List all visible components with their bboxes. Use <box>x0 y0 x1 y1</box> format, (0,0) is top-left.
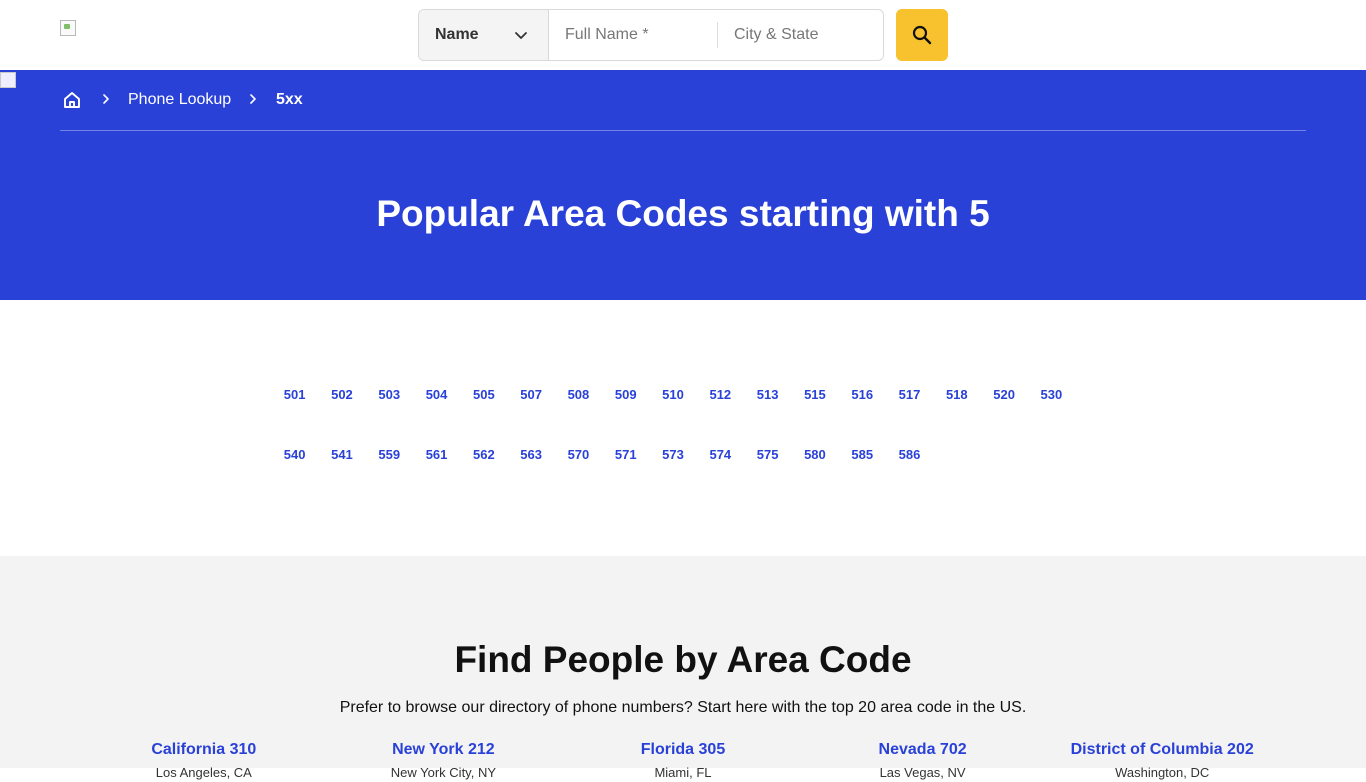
area-code-link[interactable]: 540 <box>271 446 318 464</box>
full-name-field-wrap <box>549 10 717 60</box>
area-code-link[interactable]: 574 <box>697 446 744 464</box>
state-area-code-list: California 310 Los Angeles, CA New York 21… <box>84 740 1282 780</box>
hero-banner: Phone Lookup 5xx Popular Area Codes star… <box>0 70 1366 300</box>
state-column: New York 212 New York City, NY <box>324 740 564 780</box>
area-code-link[interactable]: 541 <box>318 446 365 464</box>
area-code-link[interactable]: 520 <box>980 386 1027 404</box>
search-type-dropdown[interactable]: Name <box>419 10 549 60</box>
area-code-link[interactable]: 563 <box>507 446 554 464</box>
area-code-link[interactable]: 530 <box>1028 386 1075 404</box>
section-subtitle: Prefer to browse our directory of phone … <box>339 699 1027 716</box>
area-code-link[interactable]: 517 <box>886 386 933 404</box>
broken-image-icon <box>0 72 16 88</box>
state-area-code-link[interactable]: District of Columbia 202 <box>1071 740 1254 760</box>
area-code-link[interactable]: 571 <box>602 446 649 464</box>
area-code-link[interactable]: 559 <box>366 446 413 464</box>
search-button[interactable] <box>896 9 948 61</box>
area-code-link[interactable]: 561 <box>413 446 460 464</box>
area-code-link[interactable]: 507 <box>507 386 554 404</box>
area-code-link[interactable]: 585 <box>839 446 886 464</box>
state-area-code-link[interactable]: California 310 <box>151 740 256 760</box>
area-code-link[interactable]: 503 <box>366 386 413 404</box>
area-code-link[interactable]: 501 <box>271 386 318 404</box>
area-code-link[interactable]: 570 <box>555 446 602 464</box>
find-people-section: Find People by Area Code Prefer to brows… <box>0 556 1366 780</box>
state-area-code-link[interactable]: Nevada 702 <box>879 740 967 760</box>
chevron-down-icon <box>515 32 527 39</box>
home-icon[interactable] <box>62 90 82 110</box>
state-city-label: Washington, DC <box>1115 765 1210 780</box>
state-city-label: New York City, NY <box>390 765 497 780</box>
state-city-label: Los Angeles, CA <box>155 765 252 780</box>
site-logo[interactable] <box>60 20 76 36</box>
state-column: District of Columbia 202 Washington, DC <box>1042 740 1282 780</box>
chevron-right-icon <box>250 94 256 104</box>
area-code-link[interactable]: 575 <box>744 446 791 464</box>
state-city-label: Las Vegas, NV <box>879 765 966 780</box>
state-column: Florida 305 Miami, FL <box>563 740 803 780</box>
breadcrumb-phone-lookup[interactable]: Phone Lookup <box>128 91 231 109</box>
area-code-link[interactable]: 580 <box>791 446 838 464</box>
area-code-link[interactable]: 512 <box>697 386 744 404</box>
site-header: Name <box>0 0 1366 70</box>
search-form: Name <box>418 9 884 61</box>
chevron-right-icon <box>103 94 109 104</box>
divider <box>60 130 1306 131</box>
state-area-code-link[interactable]: Florida 305 <box>641 740 725 760</box>
state-column: California 310 Los Angeles, CA <box>84 740 324 780</box>
area-code-link[interactable]: 586 <box>886 446 933 464</box>
state-area-code-link[interactable]: New York 212 <box>392 740 495 760</box>
city-state-input[interactable] <box>718 10 883 60</box>
area-code-link[interactable]: 509 <box>602 386 649 404</box>
area-code-link[interactable]: 573 <box>649 446 696 464</box>
area-codes-section: 501 502 503 504 505 507 508 509 510 512 513 515 516 5… <box>0 300 1366 556</box>
area-code-grid: 501 502 503 504 505 507 508 509 510 512 513 515 516 5… <box>271 386 1101 464</box>
area-code-link[interactable]: 513 <box>744 386 791 404</box>
search-type-label: Name <box>435 26 479 43</box>
area-code-link[interactable]: 510 <box>649 386 696 404</box>
area-code-link[interactable]: 502 <box>318 386 365 404</box>
section-title: Find People by Area Code <box>454 639 912 680</box>
area-code-link[interactable]: 518 <box>933 386 980 404</box>
state-column: Nevada 702 Las Vegas, NV <box>803 740 1043 780</box>
area-code-link[interactable]: 508 <box>555 386 602 404</box>
search-icon <box>912 25 932 45</box>
area-code-link[interactable]: 504 <box>413 386 460 404</box>
area-code-link[interactable]: 505 <box>460 386 507 404</box>
area-code-link[interactable]: 516 <box>839 386 886 404</box>
city-state-field-wrap <box>718 10 883 60</box>
area-code-link[interactable]: 562 <box>460 446 507 464</box>
full-name-input[interactable] <box>549 10 717 60</box>
area-code-link[interactable]: 515 <box>791 386 838 404</box>
breadcrumb-current: 5xx <box>276 91 303 108</box>
state-city-label: Miami, FL <box>654 765 712 780</box>
page-title: Popular Area Codes starting with 5 <box>376 193 990 234</box>
